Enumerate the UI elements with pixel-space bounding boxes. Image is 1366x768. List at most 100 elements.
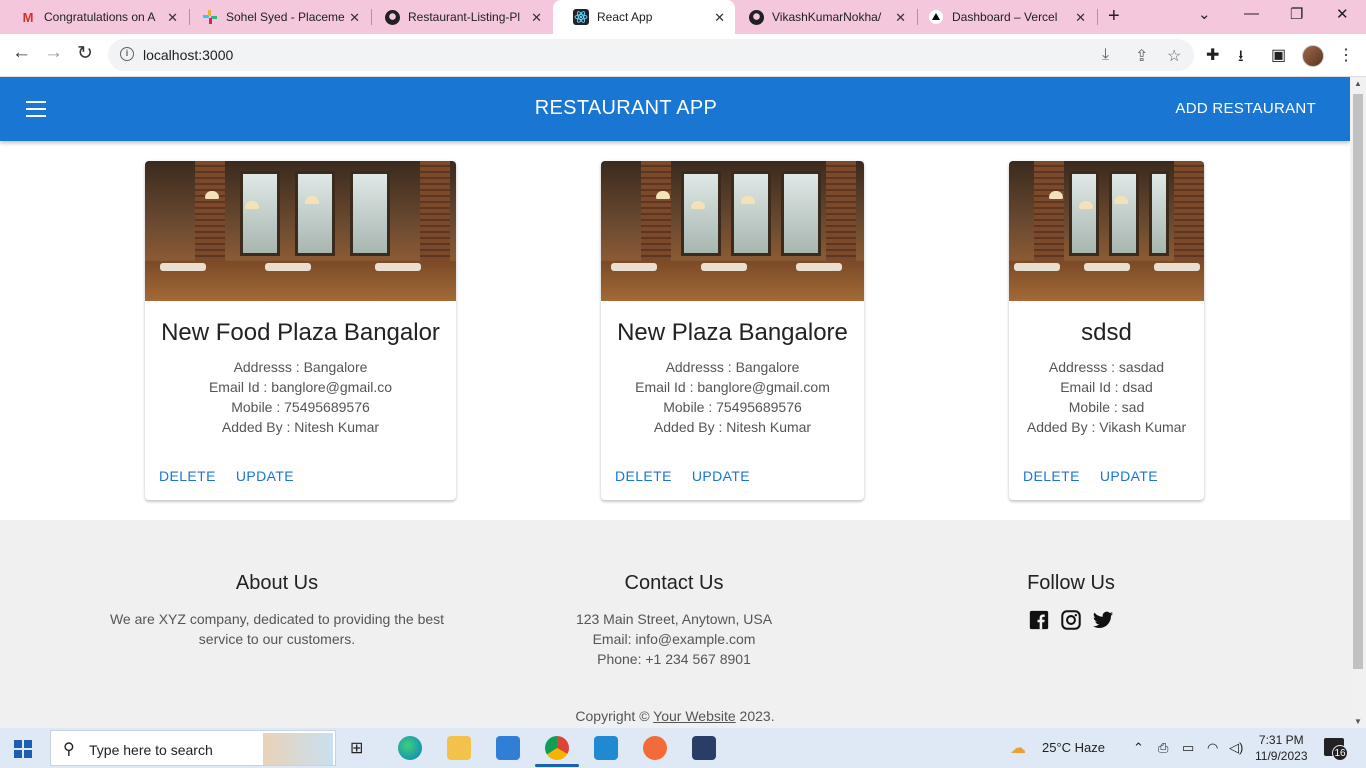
browser-tab-github-restaurant[interactable]: Restaurant-Listing-Pl ✕ [364,0,552,34]
back-icon[interactable]: ← [12,42,31,64]
contact-phone: Phone: +1 234 567 8901 [597,651,751,667]
add-restaurant-button[interactable]: ADD RESTAURANT [1175,100,1316,117]
volume-icon[interactable]: ◁) [1229,740,1243,756]
restore-icon[interactable]: ❐ [1290,5,1303,23]
notification-center-icon[interactable]: 16 [1324,738,1348,761]
follow-title: Follow Us [1027,572,1115,594]
scroll-up-icon[interactable]: ▲ [1354,79,1362,88]
close-tab-icon[interactable]: ✕ [349,10,360,26]
instagram-icon[interactable] [1060,609,1082,631]
taskbar-clock[interactable]: 7:31 PM 11/9/2023 [1255,732,1308,764]
restaurant-card: New Plaza Bangalore Addresss : Bangalore… [601,161,864,500]
close-tab-icon[interactable]: ✕ [167,10,178,26]
postman-icon[interactable] [643,736,667,760]
weather-icon[interactable]: ☁ [1010,738,1026,758]
gmail-icon: M [22,9,34,25]
mail-icon[interactable] [496,736,520,760]
close-tab-icon[interactable]: ✕ [1075,10,1086,26]
delete-button[interactable]: DELETE [159,468,216,484]
windows-taskbar: ⚲ Type here to search ⊞ ☁ 25°C Haze ⌃ ⎙ … [0,728,1366,768]
footer-follow: Follow Us [871,572,1271,631]
app-bar: RESTAURANT APP ADD RESTAURANT [0,77,1350,141]
browser-tab-vercel[interactable]: Dashboard – Vercel ✕ [908,0,1096,34]
restaurant-name: New Food Plaza Bangalor [161,319,440,346]
card-actions: DELETE UPDATE [1023,468,1158,484]
restaurant-address: Addresss : sasdad [1048,359,1165,375]
contact-email: Email: info@example.com [592,631,756,647]
footer-about: About Us We are XYZ company, dedicated t… [77,572,477,649]
about-text-line2: service to our customers. [198,631,356,647]
vscode-icon[interactable] [594,736,618,760]
share-icon[interactable]: ⇪ [1135,46,1148,66]
restaurant-name: New Plaza Bangalore [617,319,848,346]
chrome-icon[interactable] [545,736,569,760]
website-link[interactable]: Your Website [653,708,736,724]
update-button[interactable]: UPDATE [236,468,294,484]
install-app-icon[interactable]: ⤓ [1102,46,1109,64]
delete-button[interactable]: DELETE [615,468,672,484]
restaurant-address: Addresss : Bangalore [665,359,800,375]
clock-time: 7:31 PM [1258,733,1304,747]
close-tab-icon[interactable]: ✕ [895,10,906,26]
window-close-icon[interactable]: ✕ [1336,5,1349,23]
meet-now-icon[interactable]: ⎙ [1158,740,1168,756]
wifi-icon[interactable]: ◠ [1207,740,1218,756]
task-view-icon[interactable]: ⊞ [350,738,363,758]
close-tab-icon[interactable]: ✕ [714,10,725,26]
site-info-icon[interactable]: i [120,47,134,61]
browser-tab-github-vikash[interactable]: VikashKumarNokha/ ✕ [728,0,916,34]
show-hidden-icons[interactable]: ⌃ [1133,740,1144,756]
reload-icon[interactable]: ↻ [77,42,93,65]
profile-avatar[interactable] [1302,45,1324,67]
about-text-line1: We are XYZ company, dedicated to providi… [109,611,445,627]
search-highlight-image [263,733,333,765]
bookmark-star-icon[interactable]: ☆ [1167,46,1181,66]
chrome-menu-icon[interactable]: ⋮ [1338,45,1354,65]
page-scrollbar[interactable]: ▲ ▼ [1350,77,1366,728]
address-bar[interactable]: i localhost:3000 ⤓ ⇪ ☆ [108,39,1194,71]
copyright: Copyright © Your Website 2023. [0,708,1350,724]
restaurant-email: Email Id : banglore@gmail.com [635,379,830,395]
copyright-prefix: Copyright © [575,708,650,724]
app-title: RESTAURANT APP [534,97,718,119]
twitter-icon[interactable] [1092,609,1114,631]
restaurant-image [1009,161,1204,301]
weather-text[interactable]: 25°C Haze [1042,740,1105,755]
tab-search-icon[interactable]: ⌄ [1198,5,1211,23]
browser-tab-gmail[interactable]: M Congratulations on A ✕ [0,0,188,34]
restaurant-added-by: Added By : Vikash Kumar [1026,419,1187,435]
downloads-icon[interactable]: ⭳ [1238,45,1244,72]
footer: About Us We are XYZ company, dedicated t… [0,520,1350,728]
update-button[interactable]: UPDATE [692,468,750,484]
new-tab-icon[interactable]: + [1108,5,1120,28]
windows-start-icon[interactable] [14,740,32,758]
restaurant-image [601,161,864,301]
active-app-indicator [535,764,579,767]
facebook-icon[interactable] [1028,609,1050,631]
file-explorer-icon[interactable] [447,736,471,760]
delete-button[interactable]: DELETE [1023,468,1080,484]
update-button[interactable]: UPDATE [1100,468,1158,484]
browser-tab-react-app[interactable]: React App ✕ [553,0,735,34]
clock-date: 11/9/2023 [1255,749,1308,763]
restaurant-address: Addresss : Bangalore [233,359,368,375]
restaurant-mobile: Mobile : sad [1068,399,1145,415]
close-tab-icon[interactable]: ✕ [531,10,542,26]
edge-icon[interactable] [398,736,422,760]
restaurant-details: Addresss : Bangalore Email Id : banglore… [145,357,456,437]
github-icon [384,9,400,25]
terminal-icon[interactable] [692,736,716,760]
browser-tab-slack[interactable]: Sohel Syed - Placeme ✕ [182,0,370,34]
battery-icon[interactable]: ▭ [1182,740,1194,756]
notification-count: 16 [1332,745,1348,761]
scroll-down-icon[interactable]: ▼ [1354,717,1362,726]
card-actions: DELETE UPDATE [159,468,294,484]
minimize-icon[interactable]: — [1244,5,1259,22]
scrollbar-thumb[interactable] [1353,94,1363,669]
side-panel-icon[interactable]: ▣ [1271,45,1286,65]
extensions-icon[interactable]: ✚ [1206,45,1219,65]
restaurant-name: sdsd [1081,319,1132,346]
forward-icon[interactable]: → [44,42,63,64]
taskbar-search[interactable]: ⚲ Type here to search [50,730,336,766]
contact-title: Contact Us [624,572,724,594]
